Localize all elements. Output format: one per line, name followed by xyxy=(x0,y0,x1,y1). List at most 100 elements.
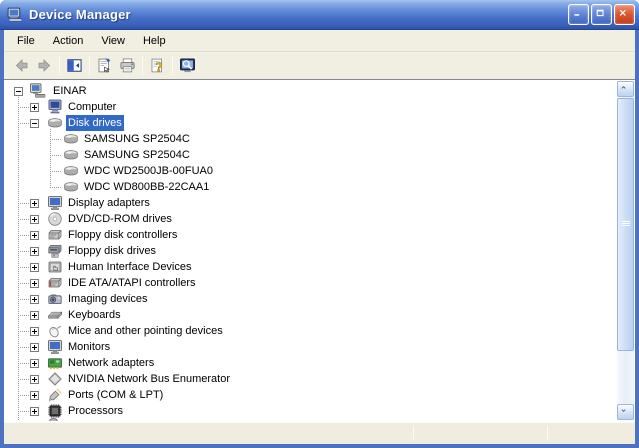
tree-connector-line xyxy=(50,171,62,172)
tree-connector-line xyxy=(18,283,30,284)
tree-item-nvidia-network-bus-enumerator[interactable]: NVIDIA Network Bus Enumerator xyxy=(66,371,232,387)
tree-item-wdc-wd800bb-22caa1[interactable]: WDC WD800BB-22CAA1 xyxy=(82,179,211,195)
expand-plus-box-imaging-devices[interactable] xyxy=(30,295,39,304)
tree-item-mice-and-other-pointing-devices[interactable]: Mice and other pointing devices xyxy=(66,323,225,339)
floppy-drive-icon xyxy=(46,243,66,259)
print-button[interactable] xyxy=(116,54,139,77)
tree-item-human-interface-devices[interactable]: Human Interface Devices xyxy=(66,259,194,275)
back-arrow-icon xyxy=(13,57,30,74)
statusbar-divider xyxy=(547,426,548,441)
tree-connector-line xyxy=(18,235,30,236)
menu-file[interactable]: File xyxy=(8,32,44,50)
expand-plus-box-monitors[interactable] xyxy=(30,343,39,352)
tree-connector-line xyxy=(18,331,30,332)
tree-item-floppy-disk-drives[interactable]: Floppy disk drives xyxy=(66,243,158,259)
expand-plus-box-floppy-disk-drives[interactable] xyxy=(30,247,39,256)
expand-plus-box-nvidia-network-bus-enumerator[interactable] xyxy=(30,375,39,384)
tree-item-floppy-disk-controllers[interactable]: Floppy disk controllers xyxy=(66,227,179,243)
tree-connector-line xyxy=(18,347,30,348)
close-button[interactable] xyxy=(614,4,635,25)
scan-hardware-icon xyxy=(179,57,196,74)
tree-item-network-adapters[interactable]: Network adapters xyxy=(66,355,156,371)
disk-drive-icon xyxy=(62,131,82,147)
expand-plus-box-dvd-cd-rom-drives[interactable] xyxy=(30,215,39,224)
scrollbar-thumb[interactable] xyxy=(617,98,634,351)
disk-drive-icon xyxy=(62,147,82,163)
expand-plus-box-keyboards[interactable] xyxy=(30,311,39,320)
tree-connector-line xyxy=(50,129,51,187)
hid-icon xyxy=(46,259,66,275)
menu-action[interactable]: Action xyxy=(44,32,93,50)
scrollbar-grip xyxy=(622,220,630,227)
menu-view[interactable]: View xyxy=(92,32,134,50)
tree-content: EINAR Computer Disk drives SAMSUNG SP2504C S… xyxy=(4,80,616,421)
caption-buttons xyxy=(568,4,635,25)
toolbar-separator xyxy=(89,56,90,75)
expand-plus-box-processors[interactable] xyxy=(30,407,39,416)
print-icon xyxy=(119,57,136,74)
show-hide-console-tree-button[interactable] xyxy=(63,54,86,77)
expand-plus-box-network-adapters[interactable] xyxy=(30,359,39,368)
minimize-button[interactable] xyxy=(568,4,589,25)
help-button[interactable]: ? xyxy=(146,54,169,77)
toolbar-separator xyxy=(59,56,60,75)
tree-item-samsung-sp2504c[interactable]: SAMSUNG SP2504C xyxy=(82,147,192,163)
properties-button[interactable] xyxy=(93,54,116,77)
scroll-up-button[interactable] xyxy=(617,81,634,97)
tree-item-dvd-cd-rom-drives[interactable]: DVD/CD-ROM drives xyxy=(66,211,174,227)
expand-plus-box-computer[interactable] xyxy=(30,103,39,112)
expand-plus-box-ide-ata-atapi-controllers[interactable] xyxy=(30,279,39,288)
properties-icon xyxy=(96,57,113,74)
tree-item-imaging-devices[interactable]: Imaging devices xyxy=(66,291,150,307)
scan-hardware-button[interactable] xyxy=(176,54,199,77)
expand-plus-box-floppy-disk-controllers[interactable] xyxy=(30,231,39,240)
tree-item-computer[interactable]: Computer xyxy=(66,99,118,115)
tree-item-ports-com-lpt[interactable]: Ports (COM & LPT) xyxy=(66,387,165,403)
tree-item-display-adapters[interactable]: Display adapters xyxy=(66,195,152,211)
tree-connector-line xyxy=(18,203,30,204)
tree-item-ide-ata-atapi-controllers[interactable]: IDE ATA/ATAPI controllers xyxy=(66,275,198,291)
computer-root-icon xyxy=(28,83,48,99)
tree-connector-line xyxy=(18,267,30,268)
forward-button xyxy=(33,54,56,77)
tree-item-monitors[interactable]: Monitors xyxy=(66,339,112,355)
device-tree: EINAR Computer Disk drives SAMSUNG SP2504C S… xyxy=(4,79,635,421)
tree-item-keyboards[interactable]: Keyboards xyxy=(66,307,123,323)
tree-connector-line xyxy=(50,139,62,140)
menu-help[interactable]: Help xyxy=(134,32,175,50)
monitor-icon xyxy=(46,339,66,355)
expand-plus-box-mice-and-other-pointing-devices[interactable] xyxy=(30,327,39,336)
titlebar[interactable]: Device Manager xyxy=(0,0,639,30)
tree-connector-line xyxy=(18,97,19,421)
statusbar xyxy=(4,421,635,444)
nvidia-bus-icon xyxy=(46,371,66,387)
device-manager-window: Device Manager File Action View Help ? EINA… xyxy=(0,0,639,448)
back-button xyxy=(10,54,33,77)
expand-plus-box-ports-com-lpt[interactable] xyxy=(30,391,39,400)
tree-connector-line xyxy=(50,187,62,188)
mouse-icon xyxy=(46,323,66,339)
expand-plus-box-human-interface-devices[interactable] xyxy=(30,263,39,272)
collapse-minus-box-einar[interactable] xyxy=(14,87,23,96)
tree-item-einar[interactable]: EINAR xyxy=(51,83,89,99)
device-manager-icon xyxy=(7,6,24,23)
console-tree-icon xyxy=(66,57,83,74)
imaging-device-icon xyxy=(46,291,66,307)
tree-connector-line xyxy=(18,251,30,252)
tree-item-wdc-wd2500jb-00fua0[interactable]: WDC WD2500JB-00FUA0 xyxy=(82,163,215,179)
scroll-down-button[interactable] xyxy=(617,404,634,420)
tree-connector-line xyxy=(18,315,30,316)
tree-connector-line xyxy=(18,411,30,412)
menubar: File Action View Help xyxy=(4,30,635,52)
expand-plus-box-display-adapters[interactable] xyxy=(30,199,39,208)
statusbar-divider xyxy=(413,426,414,441)
maximize-button[interactable] xyxy=(591,4,612,25)
ide-controller-icon xyxy=(46,275,66,291)
toolbar-separator xyxy=(172,56,173,75)
collapse-minus-box-disk-drives[interactable] xyxy=(30,119,39,128)
tree-item-samsung-sp2504c[interactable]: SAMSUNG SP2504C xyxy=(82,131,192,147)
tree-item-processors[interactable]: Processors xyxy=(66,403,125,419)
tree-item-disk-drives[interactable]: Disk drives xyxy=(66,115,124,131)
disk-drive-icon xyxy=(46,115,66,131)
vertical-scrollbar[interactable] xyxy=(617,81,634,420)
